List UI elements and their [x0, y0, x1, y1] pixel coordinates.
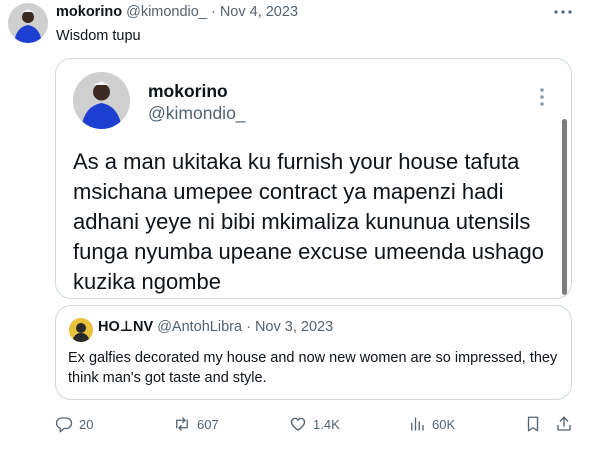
repost-icon: [173, 415, 191, 433]
quoted-tweet[interactable]: HO⊥NV @AntohLibra · Nov 3, 2023 Ex galfi…: [55, 305, 572, 400]
author-name[interactable]: mokorino: [56, 4, 122, 20]
quoted-author-name[interactable]: HO⊥NV: [98, 319, 153, 335]
tweet-date[interactable]: Nov 4, 2023: [220, 4, 298, 20]
more-icon[interactable]: [549, 2, 577, 22]
header-separator: ·: [210, 4, 216, 20]
like-count: 1.4K: [313, 416, 340, 432]
repost-button[interactable]: 607: [173, 412, 219, 436]
reply-button[interactable]: 20: [55, 412, 93, 436]
share-icon: [555, 415, 573, 433]
quoted-author-handle[interactable]: @AntohLibra: [157, 319, 242, 335]
author-handle[interactable]: @kimondio_: [126, 4, 207, 20]
like-icon: [289, 415, 307, 433]
embedded-author-handle: @kimondio_: [148, 103, 246, 123]
tweet-text: Wisdom tupu: [56, 28, 141, 44]
embedded-screenshot[interactable]: mokorino @kimondio_ As a man ukitaka ku …: [55, 58, 572, 299]
embedded-author-avatar: [73, 72, 130, 129]
views-icon: [408, 415, 426, 433]
reply-icon: [55, 415, 73, 433]
embedded-text: As a man ukitaka ku furnish your house t…: [73, 149, 544, 294]
embedded-author-name: mokorino: [148, 81, 228, 101]
quoted-separator: ·: [246, 319, 251, 335]
quoted-date[interactable]: Nov 3, 2023: [255, 319, 333, 335]
views-button[interactable]: 60K: [408, 412, 455, 436]
repost-count: 607: [197, 416, 219, 432]
quoted-text: Ex galfies decorated my house and now ne…: [68, 350, 558, 386]
more-icon: [534, 85, 550, 109]
quoted-header: HO⊥NV @AntohLibra · Nov 3, 2023: [98, 319, 333, 335]
quoted-author-avatar[interactable]: [69, 318, 93, 342]
views-count: 60K: [432, 416, 456, 432]
reply-count: 20: [79, 416, 94, 432]
bookmark-button[interactable]: [524, 412, 542, 436]
like-button[interactable]: 1.4K: [289, 412, 340, 436]
author-avatar[interactable]: [8, 3, 48, 43]
tweet-header: mokorino @kimondio_ · Nov 4, 2023: [56, 4, 298, 20]
share-button[interactable]: [555, 412, 573, 436]
bookmark-icon: [524, 415, 542, 433]
